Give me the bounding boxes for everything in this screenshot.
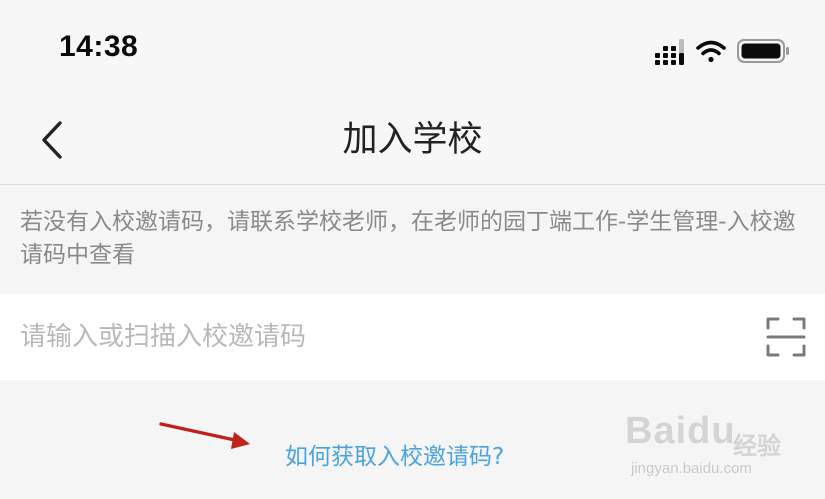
baidu-watermark: Baidu 经验 jingyan.baidu.com (625, 406, 785, 486)
invite-code-row (0, 294, 825, 380)
nav-bar: 加入学校 (0, 96, 825, 185)
status-bar: 14:38 (0, 0, 825, 96)
annotation-arrow (159, 422, 250, 449)
hint-text: 若没有入校邀请码，请联系学校老师，在老师的园丁端工作-学生管理-入校邀请码中查看 (20, 209, 796, 268)
status-time: 14:38 (59, 30, 139, 63)
page-title: 加入学校 (342, 120, 483, 160)
watermark-brand: Baidu (625, 410, 736, 452)
status-icons (655, 36, 795, 66)
wifi-icon (696, 40, 726, 63)
cellular-signal-icon (655, 39, 684, 65)
scan-icon (766, 317, 806, 357)
help-link-get-invite-code[interactable]: 如何获取入校邀请码? (285, 437, 504, 471)
invite-code-input[interactable] (20, 294, 720, 380)
watermark-url: jingyan.baidu.com (631, 460, 752, 477)
scan-button[interactable] (765, 316, 807, 358)
battery-icon (737, 39, 789, 63)
watermark-sub: 经验 (733, 432, 781, 460)
